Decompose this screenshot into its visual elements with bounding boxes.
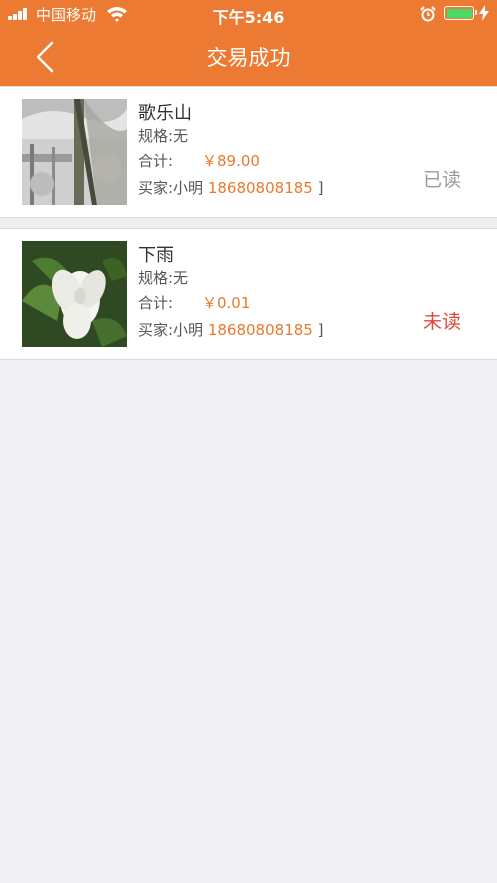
product-thumbnail — [22, 241, 127, 347]
buyer-label: 买家:小明 — [138, 179, 204, 197]
buyer-label: 买家:小明 — [138, 321, 204, 339]
battery-icon — [444, 6, 477, 20]
top-bar: 中国移动 下午5:46 交易成功 — [0, 0, 497, 86]
buyer-suffix: ] — [317, 321, 324, 339]
status-bar: 中国移动 下午5:46 — [0, 0, 497, 28]
buyer-phone[interactable]: 18680808185 — [208, 179, 313, 197]
order-card[interactable]: 下雨 规格:无 合计: ￥0.01 买家:小明 18680808185 ] 未读 — [0, 228, 497, 360]
product-thumbnail — [22, 99, 127, 205]
read-status-badge: 已读 — [422, 169, 461, 191]
total-label: 合计: — [138, 152, 174, 170]
product-spec: 规格:无 — [138, 269, 189, 287]
total-label: 合计: — [138, 294, 174, 312]
product-name: 歌乐山 — [138, 103, 192, 124]
buyer-phone[interactable]: 18680808185 — [208, 321, 313, 339]
product-name: 下雨 — [138, 245, 174, 266]
product-spec: 规格:无 — [138, 127, 189, 145]
buyer-info: 买家:小明 18680808185 ] — [138, 177, 323, 198]
navigation-bar: 交易成功 — [0, 28, 497, 86]
page-title: 交易成功 — [206, 46, 291, 70]
read-status-badge: 未读 — [422, 311, 461, 333]
buyer-info: 买家:小明 18680808185 ] — [138, 319, 323, 340]
order-card[interactable]: 歌乐山 规格:无 合计: ￥89.00 买家:小明 18680808185 ] … — [0, 86, 497, 218]
charging-icon — [479, 5, 489, 21]
total-price: ￥0.01 — [202, 294, 251, 312]
alarm-icon — [420, 6, 436, 22]
total-price: ￥89.00 — [202, 152, 260, 170]
buyer-suffix: ] — [317, 179, 324, 197]
